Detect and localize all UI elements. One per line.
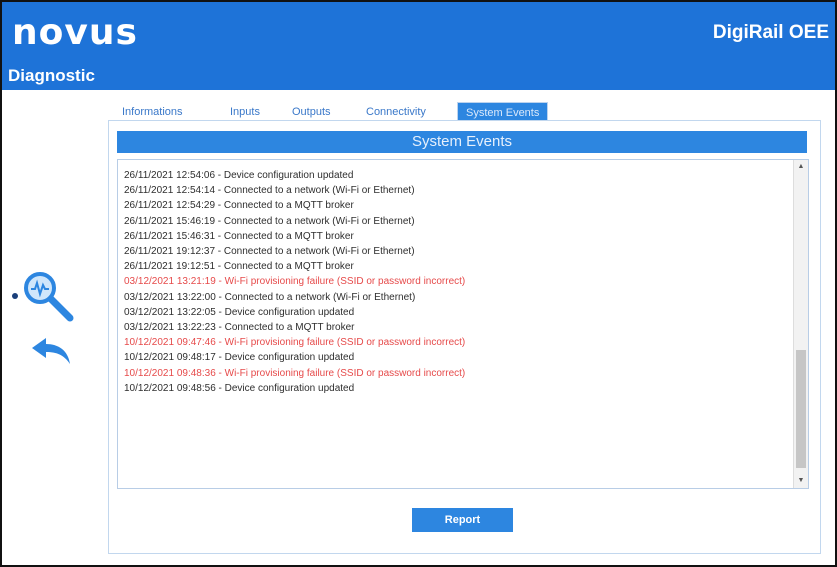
back-arrow-icon[interactable] <box>30 336 72 371</box>
scrollbar[interactable]: ▲ ▼ <box>793 160 808 488</box>
event-row: 26/11/2021 15:46:19 - Connected to a net… <box>124 215 415 227</box>
scroll-thumb[interactable] <box>796 350 806 468</box>
event-row: 03/12/2021 13:22:23 - Connected to a MQT… <box>124 322 355 334</box>
event-row: 03/12/2021 13:21:19 - Wi-Fi provisioning… <box>124 276 466 288</box>
system-events-panel: System Events 26/11/2021 12:54:06 - Devi… <box>108 120 821 554</box>
event-row: 10/12/2021 09:48:56 - Device configurati… <box>124 382 355 394</box>
magnifier-icon[interactable] <box>20 270 76 331</box>
event-row: 26/11/2021 15:46:31 - Connected to a MQT… <box>124 230 354 242</box>
product-name: DigiRail OEE <box>712 22 829 43</box>
events-list: 26/11/2021 12:54:06 - Device configurati… <box>124 168 465 396</box>
tab-informations[interactable]: Informations <box>122 102 183 122</box>
event-row: 10/12/2021 09:47:46 - Wi-Fi provisioning… <box>124 337 466 349</box>
header-bar: novus DigiRail OEE Diagnostic <box>2 2 835 90</box>
scroll-up-arrow-icon[interactable]: ▲ <box>794 160 808 174</box>
event-row: 26/11/2021 12:54:29 - Connected to a MQT… <box>124 200 354 212</box>
event-row: 26/11/2021 19:12:37 - Connected to a net… <box>124 246 415 258</box>
tab-outputs[interactable]: Outputs <box>292 102 331 122</box>
event-row: 03/12/2021 13:22:00 - Connected to a net… <box>124 291 416 303</box>
event-row: 26/11/2021 19:12:51 - Connected to a MQT… <box>124 261 354 273</box>
event-row: 10/12/2021 09:48:17 - Device configurati… <box>124 352 355 364</box>
side-bullet <box>12 293 18 299</box>
report-button[interactable]: Report <box>412 508 513 532</box>
event-row: 03/12/2021 13:22:05 - Device configurati… <box>124 306 355 318</box>
panel-title: System Events <box>117 131 807 153</box>
tab-inputs[interactable]: Inputs <box>230 102 260 122</box>
app-window: novus DigiRail OEE Diagnostic Informatio… <box>0 0 837 567</box>
tab-connectivity[interactable]: Connectivity <box>366 102 426 122</box>
page-title: Diagnostic <box>8 66 95 85</box>
scroll-down-arrow-icon[interactable]: ▼ <box>794 474 808 488</box>
events-log[interactable]: 26/11/2021 12:54:06 - Device configurati… <box>117 159 809 489</box>
novus-logo: novus <box>12 12 138 53</box>
event-row: 26/11/2021 12:54:06 - Device configurati… <box>124 170 354 181</box>
event-row: 26/11/2021 12:54:14 - Connected to a net… <box>124 185 415 197</box>
event-row: 10/12/2021 09:48:36 - Wi-Fi provisioning… <box>124 367 466 379</box>
